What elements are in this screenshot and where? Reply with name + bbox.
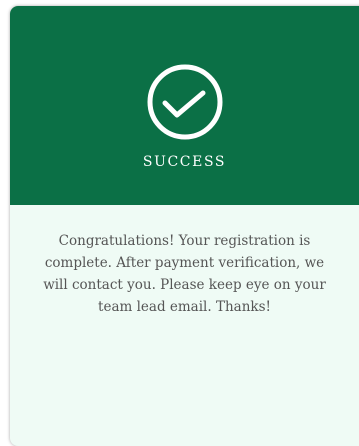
success-dialog: SUCCESS Congratulations! Your registrati… [10, 6, 359, 446]
dialog-message: Congratulations! Your registration is co… [43, 233, 326, 315]
dialog-header: SUCCESS [10, 6, 359, 205]
dialog-title: SUCCESS [142, 154, 227, 170]
dialog-body: Congratulations! Your registration is co… [10, 205, 359, 318]
check-circle-icon [147, 64, 223, 140]
